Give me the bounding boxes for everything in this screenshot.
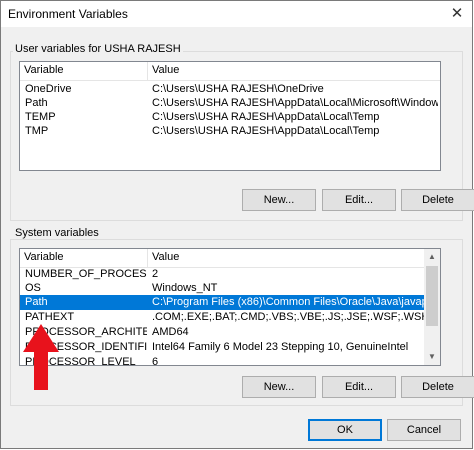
- list-item[interactable]: PATHEXT .COM;.EXE;.BAT;.CMD;.VBS;.VBE;.JS…: [20, 310, 440, 325]
- variable-value: .COM;.EXE;.BAT;.CMD;.VBS;.VBE;.JS;.JSE;.…: [152, 311, 438, 323]
- title-bar: Environment Variables ✕: [1, 1, 472, 27]
- variable-name: TMP: [25, 125, 49, 137]
- user-variables-label: User variables for USHA RAJESH: [13, 43, 183, 55]
- scroll-down-icon[interactable]: ▼: [424, 349, 440, 365]
- list-item[interactable]: PROCESSOR_LEVEL 6: [20, 355, 440, 366]
- list-item[interactable]: Path C:\Users\USHA RAJESH\AppData\Local\M…: [20, 96, 440, 111]
- system-variables-list[interactable]: Variable Value NUMBER_OF_PROCESSORS 2 OS W…: [19, 248, 441, 366]
- system-delete-button[interactable]: Delete: [401, 376, 474, 398]
- list-item[interactable]: PROCESSOR_IDENTIFIERIntel64 Family 6 Mod…: [20, 340, 440, 355]
- variable-value: C:\Users\USHA RAJESH\AppData\Local\Temp: [152, 111, 380, 123]
- variable-value: C:\Program Files (x86)\Common Files\Orac…: [152, 296, 438, 308]
- list-header: Variable Value: [20, 249, 440, 268]
- variable-name: Path: [25, 296, 48, 308]
- button-label: New...: [263, 194, 295, 206]
- variable-value: AMD64: [152, 326, 189, 338]
- variable-value: Intel64 Family 6 Model 23 Stepping 10, G…: [152, 341, 409, 353]
- variable-name: Path: [25, 97, 48, 109]
- scroll-up-icon[interactable]: ▲: [424, 249, 440, 265]
- cancel-button[interactable]: Cancel: [387, 419, 461, 441]
- user-new-button[interactable]: New...: [242, 189, 316, 211]
- column-header-value[interactable]: Value: [148, 62, 440, 80]
- list-item[interactable]: OneDrive C:\Users\USHA RAJESH\OneDrive: [20, 82, 440, 97]
- close-icon[interactable]: ✕: [442, 1, 472, 27]
- variable-name: NUMBER_OF_PROCESSORS: [25, 268, 147, 280]
- system-edit-button[interactable]: Edit...: [322, 376, 396, 398]
- list-item[interactable]: PROCESSOR_ARCHITECTUREAMD64: [20, 325, 440, 340]
- variable-value: 6: [152, 356, 159, 366]
- red-up-arrow-icon: [23, 324, 59, 390]
- list-item[interactable]: TEMP C:\Users\USHA RAJESH\AppData\Local\T…: [20, 110, 440, 125]
- list-header: Variable Value: [20, 62, 440, 81]
- vertical-scrollbar[interactable]: ▲ ▼: [424, 249, 440, 365]
- list-item[interactable]: TMP C:\Users\USHA RAJESH\AppData\Local\Te…: [20, 124, 440, 139]
- variable-value: Windows_NT: [152, 282, 218, 294]
- variable-value: C:\Users\USHA RAJESH\OneDrive: [152, 83, 324, 95]
- column-header-value[interactable]: Value: [148, 249, 440, 267]
- list-item-selected[interactable]: Path C:\Program Files (x86)\Common Files\…: [20, 295, 440, 310]
- button-label: Delete: [422, 381, 454, 393]
- button-label: Edit...: [344, 381, 374, 393]
- variable-name: OneDrive: [25, 83, 72, 95]
- user-variables-list[interactable]: Variable Value OneDrive C:\Users\USHA RAJ…: [19, 61, 441, 171]
- variable-name: TEMP: [25, 111, 56, 123]
- environment-variables-dialog: Environment Variables ✕ User variables f…: [0, 0, 474, 449]
- system-new-button[interactable]: New...: [242, 376, 316, 398]
- ok-button[interactable]: OK: [308, 419, 382, 441]
- button-label: New...: [263, 381, 295, 393]
- button-label: Cancel: [406, 424, 442, 436]
- variable-name: OS: [25, 282, 41, 294]
- column-header-variable[interactable]: Variable: [20, 62, 148, 80]
- list-item[interactable]: NUMBER_OF_PROCESSORS 2: [20, 267, 440, 282]
- window-title: Environment Variables: [8, 7, 128, 21]
- variable-name: PATHEXT: [25, 311, 75, 323]
- button-label: Edit...: [344, 194, 374, 206]
- list-item[interactable]: OS Windows_NT: [20, 281, 440, 296]
- system-variables-label: System variables: [13, 227, 101, 239]
- button-label: OK: [337, 424, 353, 436]
- user-delete-button[interactable]: Delete: [401, 189, 474, 211]
- user-edit-button[interactable]: Edit...: [322, 189, 396, 211]
- variable-value: 2: [152, 268, 159, 280]
- variable-value: C:\Users\USHA RAJESH\AppData\Local\Micro…: [152, 97, 438, 109]
- scroll-thumb[interactable]: [426, 266, 438, 326]
- button-label: Delete: [422, 194, 454, 206]
- variable-value: C:\Users\USHA RAJESH\AppData\Local\Temp: [152, 125, 380, 137]
- column-header-variable[interactable]: Variable: [20, 249, 148, 267]
